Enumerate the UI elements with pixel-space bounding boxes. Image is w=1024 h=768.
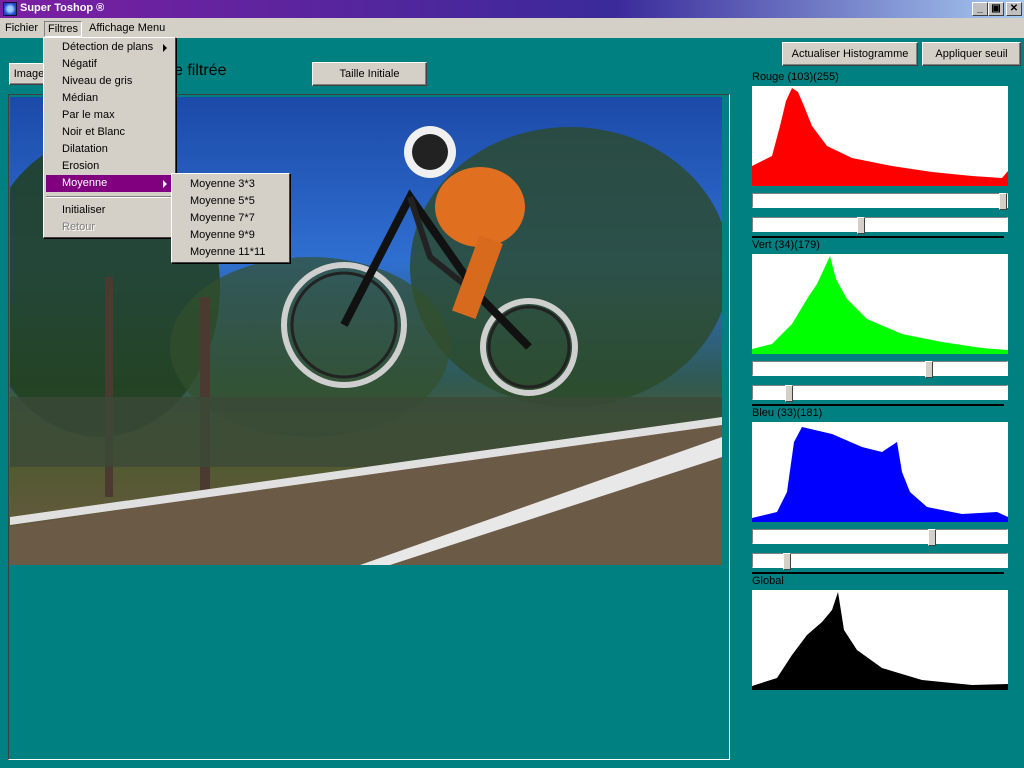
filtres-menu: Détection de plans Négatif Niveau de gri… (43, 37, 176, 238)
menu-bar: Fichier Filtres Affichage Menu (0, 18, 1024, 38)
histogram-rouge (752, 86, 1008, 186)
menu-separator (46, 196, 173, 198)
submenu-arrow-icon (163, 44, 167, 52)
bleu-max-slider[interactable] (752, 529, 1008, 546)
slider-thumb[interactable] (783, 553, 791, 570)
menu-affichage[interactable]: Affichage Menu (86, 21, 168, 37)
menu-item-moyenne-11x11[interactable]: Moyenne 11*11 (174, 244, 287, 261)
menu-item-moyenne-5x5[interactable]: Moyenne 5*5 (174, 193, 287, 210)
vert-min-slider[interactable] (752, 385, 1008, 402)
menu-item-par-le-max[interactable]: Par le max (46, 107, 173, 124)
menu-item-noir-et-blanc[interactable]: Noir et Blanc (46, 124, 173, 141)
slider-thumb[interactable] (928, 529, 936, 546)
histogram-global (752, 590, 1008, 690)
bleu-min-slider[interactable] (752, 553, 1008, 570)
vert-max-slider[interactable] (752, 361, 1008, 378)
menu-item-median[interactable]: Médian (46, 90, 173, 107)
menu-item-moyenne-7x7[interactable]: Moyenne 7*7 (174, 210, 287, 227)
slider-thumb[interactable] (999, 193, 1007, 210)
submenu-arrow-icon (163, 180, 167, 188)
histogram-bleu-plot (752, 427, 1008, 522)
moyenne-submenu: Moyenne 3*3 Moyenne 5*5 Moyenne 7*7 Moye… (171, 173, 290, 263)
bleu-label: Bleu (33)(181) (752, 407, 823, 419)
histogram-vert-plot (752, 256, 1008, 354)
menu-item-detection-de-plans[interactable]: Détection de plans (46, 39, 173, 56)
appliquer-seuil-button[interactable]: Appliquer seuil (922, 42, 1021, 66)
slider-tick-line (752, 404, 1004, 406)
actualiser-histogramme-button[interactable]: Actualiser Histogramme (782, 42, 918, 66)
title-bar: Super Toshop ® _ ▣ ✕ (0, 0, 1024, 18)
menu-item-retour: Retour (62, 221, 96, 233)
app-icon (3, 2, 17, 16)
slider-thumb[interactable] (785, 385, 793, 402)
histogram-bleu (752, 422, 1008, 522)
close-button[interactable]: ✕ (1006, 2, 1022, 16)
slider-tick-line (752, 572, 1004, 574)
menu-item-initialiser[interactable]: Initialiser (46, 202, 173, 219)
rouge-max-slider[interactable] (752, 193, 1008, 210)
menu-item-moyenne-9x9[interactable]: Moyenne 9*9 (174, 227, 287, 244)
menu-item-moyenne[interactable]: Moyenne (46, 175, 173, 192)
slider-tick-line (752, 236, 1004, 238)
minimize-button[interactable]: _ (972, 2, 988, 16)
menu-item-negatif[interactable]: Négatif (46, 56, 173, 73)
restore-button[interactable]: ▣ (988, 2, 1004, 16)
histogram-global-plot (752, 592, 1008, 690)
menu-item-moyenne-3x3[interactable]: Moyenne 3*3 (174, 176, 287, 193)
slider-thumb[interactable] (857, 217, 865, 234)
menu-filtres[interactable]: Filtres (44, 21, 82, 37)
rouge-min-slider[interactable] (752, 217, 1008, 234)
menu-item-niveau-de-gris[interactable]: Niveau de gris (46, 73, 173, 90)
vert-label: Vert (34)(179) (752, 239, 820, 251)
global-label: Global (752, 575, 784, 587)
taille-initiale-button[interactable]: Taille Initiale (312, 62, 427, 86)
rouge-label: Rouge (103)(255) (752, 71, 839, 83)
menu-item-dilatation[interactable]: Dilatation (46, 141, 173, 158)
slider-thumb[interactable] (925, 361, 933, 378)
menu-item-erosion[interactable]: Erosion (46, 158, 173, 175)
histogram-vert (752, 254, 1008, 354)
window-title: Super Toshop ® (20, 2, 105, 14)
image-heading: e filtrée (174, 62, 227, 79)
histogram-rouge-plot (752, 88, 1008, 186)
menu-fichier[interactable]: Fichier (2, 21, 41, 37)
